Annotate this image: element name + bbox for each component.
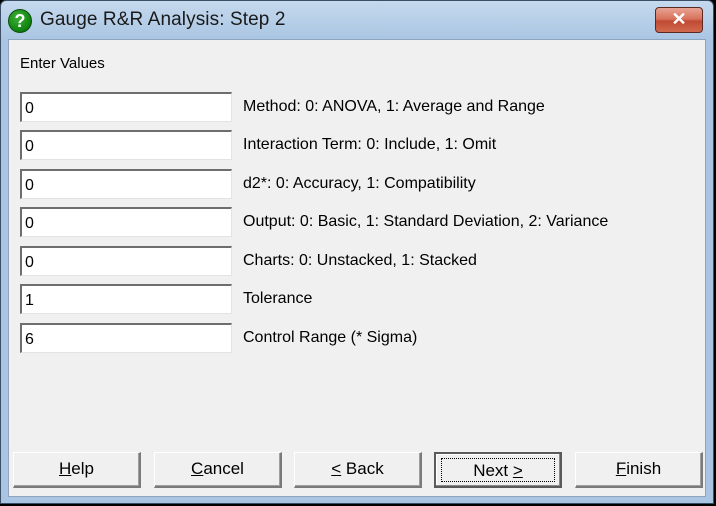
- method-label: Method: 0: ANOVA, 1: Average and Range: [243, 98, 545, 115]
- back-button[interactable]: < Back: [294, 452, 422, 488]
- tolerance-row: Tolerance: [20, 284, 700, 314]
- window-title: Gauge R&R Analysis: Step 2: [40, 9, 286, 30]
- interaction-term-input[interactable]: [20, 130, 232, 160]
- control-range-row: Control Range (* Sigma): [20, 323, 700, 353]
- title-bar[interactable]: ? Gauge R&R Analysis: Step 2 ✕: [1, 1, 713, 39]
- back-mnemonic: <: [331, 459, 342, 478]
- finish-label: inish: [626, 459, 662, 478]
- dialog-body: Enter Values Method: 0: ANOVA, 1: Averag…: [8, 39, 706, 497]
- help-label: elp: [71, 459, 94, 478]
- dialog-window: ? Gauge R&R Analysis: Step 2 ✕ Enter Val…: [0, 0, 714, 504]
- finish-mnemonic: F: [615, 459, 627, 478]
- cancel-mnemonic: C: [191, 459, 204, 478]
- tolerance-input[interactable]: [20, 284, 232, 314]
- charts-label: Charts: 0: Unstacked, 1: Stacked: [243, 252, 477, 269]
- focus-rectangle: Next >: [441, 458, 555, 482]
- next-button[interactable]: Next >: [434, 452, 562, 488]
- d2-row: d2*: 0: Accuracy, 1: Compatibility: [20, 169, 700, 199]
- output-label: Output: 0: Basic, 1: Standard Deviation,…: [243, 213, 609, 230]
- control-range-label: Control Range (* Sigma): [243, 329, 418, 346]
- back-label: Back: [341, 459, 384, 478]
- d2-input[interactable]: [20, 169, 232, 199]
- tolerance-label: Tolerance: [243, 290, 313, 307]
- finish-button[interactable]: Finish: [575, 452, 703, 488]
- d2-label: d2*: 0: Accuracy, 1: Compatibility: [243, 175, 476, 192]
- next-label: Next: [473, 461, 513, 480]
- interaction-term-label: Interaction Term: 0: Include, 1: Omit: [243, 136, 497, 153]
- section-label: Enter Values: [20, 55, 105, 72]
- cancel-label: ancel: [203, 459, 244, 478]
- charts-row: Charts: 0: Unstacked, 1: Stacked: [20, 246, 700, 276]
- help-question-icon: ?: [8, 9, 32, 33]
- close-button[interactable]: ✕: [655, 7, 703, 33]
- method-input[interactable]: [20, 92, 232, 122]
- interaction-term-row: Interaction Term: 0: Include, 1: Omit: [20, 130, 700, 160]
- method-row: Method: 0: ANOVA, 1: Average and Range: [20, 92, 700, 122]
- charts-input[interactable]: [20, 246, 232, 276]
- close-icon: ✕: [671, 9, 687, 29]
- output-row: Output: 0: Basic, 1: Standard Deviation,…: [20, 207, 700, 237]
- output-input[interactable]: [20, 207, 232, 237]
- help-mnemonic: H: [59, 459, 72, 478]
- next-mnemonic: >: [512, 461, 523, 480]
- control-range-input[interactable]: [20, 323, 232, 353]
- help-button[interactable]: Help: [13, 452, 141, 488]
- cancel-button[interactable]: Cancel: [154, 452, 282, 488]
